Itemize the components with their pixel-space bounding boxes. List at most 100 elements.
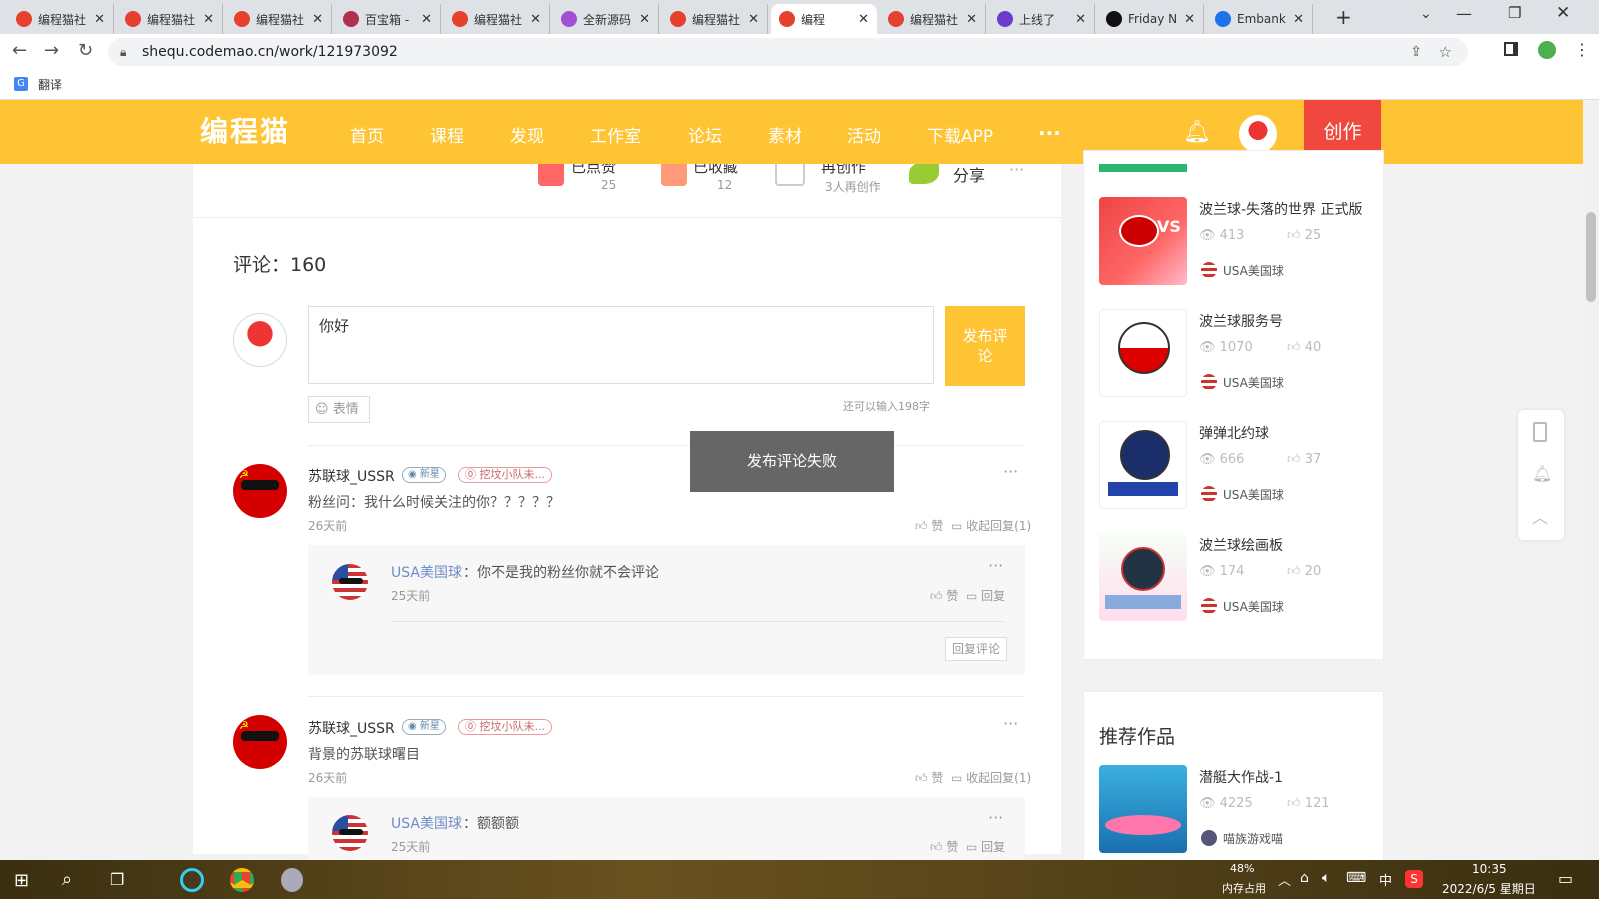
work-author[interactable]: USA美国球 [1223, 262, 1284, 279]
browser-tab[interactable]: 编程猫社 ✕ [8, 4, 114, 34]
work-thumbnail[interactable] [1099, 421, 1187, 509]
comment-input[interactable]: 你好 [308, 306, 934, 384]
bookmark-star-icon[interactable]: ☆ [1439, 38, 1452, 66]
tab-close-icon[interactable]: ✕ [748, 12, 759, 27]
browser-tab[interactable]: 编程猫社 ✕ [117, 4, 223, 34]
tab-close-icon[interactable]: ✕ [966, 12, 977, 27]
work-author[interactable]: 喵族游戏喵 [1223, 830, 1283, 847]
reload-icon[interactable]: ↻ [78, 40, 93, 61]
tablet-icon[interactable] [1533, 422, 1547, 442]
reply-avatar[interactable] [332, 815, 368, 851]
profile-icon[interactable] [1538, 41, 1556, 59]
nav-item[interactable]: 首页 [350, 122, 384, 147]
comment-more-icon[interactable]: ··· [1003, 462, 1018, 481]
tab-close-icon[interactable]: ✕ [1184, 12, 1195, 27]
network-icon[interactable]: ⌂ [1300, 870, 1309, 886]
like-reply-button[interactable]: 👍︎ 赞 [930, 838, 958, 855]
browser-tab[interactable]: 全新源码 ✕ [553, 4, 659, 34]
browser-tab[interactable]: 编程猫社 ✕ [226, 4, 332, 34]
tab-close-icon[interactable]: ✕ [1075, 12, 1086, 27]
bookmark-translate[interactable]: 翻译 [38, 76, 62, 93]
work-thumbnail[interactable]: VS [1099, 197, 1187, 285]
back-icon[interactable]: ← [12, 40, 27, 61]
browser-tab[interactable]: 上线了 ✕ [989, 4, 1095, 34]
favorite-icon[interactable] [661, 164, 687, 186]
reply-button[interactable]: ▭ 回复 [966, 587, 1005, 604]
tab-close-icon[interactable]: ✕ [421, 12, 432, 27]
new-tab-button[interactable]: + [1335, 5, 1352, 29]
nav-item[interactable]: 活动 [847, 122, 881, 147]
reply-comment-button[interactable]: 回复评论 [945, 637, 1008, 661]
collapse-replies-button[interactable]: ▭ 收起回复(1) [951, 517, 1031, 534]
work-title[interactable]: 波兰球服务号 [1199, 311, 1283, 331]
tab-close-icon[interactable]: ✕ [312, 12, 323, 27]
reply-more-icon[interactable]: ··· [988, 556, 1003, 575]
tab-close-icon[interactable]: ✕ [858, 12, 869, 27]
reply-button[interactable]: ▭ 回复 [966, 838, 1005, 855]
search-icon[interactable]: ⌕ [62, 869, 72, 890]
tab-close-icon[interactable]: ✕ [1293, 12, 1304, 27]
share-icon[interactable]: ⇪ [1410, 38, 1422, 66]
minimize-button[interactable]: — [1456, 4, 1472, 23]
share-work-icon[interactable] [909, 164, 939, 184]
emoji-button[interactable]: ☺ 表情 [308, 396, 370, 423]
back-to-top-icon[interactable]: ︿ [1532, 504, 1548, 528]
close-window-button[interactable]: ✕ [1556, 3, 1570, 23]
browser-tab[interactable]: Embank ✕ [1207, 4, 1313, 34]
forward-icon[interactable]: → [44, 40, 59, 61]
work-author[interactable]: USA美国球 [1223, 374, 1284, 391]
tab-close-icon[interactable]: ✕ [639, 12, 650, 27]
comment-user[interactable]: 苏联球_USSR [308, 718, 395, 738]
task-view-icon[interactable]: ❐ [110, 870, 124, 889]
like-icon[interactable] [538, 164, 564, 186]
browser-qq-icon[interactable] [180, 868, 204, 892]
tab-close-icon[interactable]: ✕ [530, 12, 541, 27]
bell-icon[interactable]: 🔔︎ [1183, 120, 1211, 145]
reply-user[interactable]: USA美国球 [391, 813, 462, 833]
keyboard-icon[interactable]: ⌨ [1346, 870, 1366, 886]
nav-item[interactable]: 工作室 [590, 122, 641, 147]
clock-date[interactable]: 2022/6/5 星期日 [1442, 880, 1536, 897]
qq-icon[interactable]: 🔔︎ [1532, 464, 1552, 483]
browser-tab[interactable]: 编程猫社 ✕ [662, 4, 768, 34]
work-title[interactable]: 波兰球绘画板 [1199, 535, 1283, 555]
work-thumbnail[interactable] [1099, 765, 1187, 853]
browser-tab[interactable]: 编程猫社 ✕ [880, 4, 986, 34]
chrome-icon[interactable] [230, 868, 254, 892]
nav-item[interactable]: 发现 [510, 122, 544, 147]
submit-comment-button[interactable]: 发布评论 [945, 306, 1025, 386]
work-thumbnail[interactable] [1099, 533, 1187, 621]
browser-tab[interactable]: 编程 ✕ [771, 4, 877, 34]
like-comment-button[interactable]: 👍︎ 赞 [915, 769, 943, 786]
sogou-icon[interactable]: S [1405, 870, 1423, 888]
notification-icon[interactable]: ▭ [1558, 869, 1573, 888]
tab-close-icon[interactable]: ✕ [94, 12, 105, 27]
nav-more[interactable]: ··· [1038, 121, 1061, 145]
remix-icon[interactable] [775, 164, 805, 186]
reply-more-icon[interactable]: ··· [988, 808, 1003, 827]
nav-item[interactable]: 课程 [430, 122, 464, 147]
side-panel-icon[interactable] [1504, 42, 1518, 56]
like-comment-button[interactable]: 👍︎ 赞 [915, 517, 943, 534]
site-logo[interactable]: 编程猫 [200, 110, 290, 150]
work-title[interactable]: 弹弹北约球 [1199, 423, 1269, 443]
work-thumbnail[interactable] [1099, 309, 1187, 397]
work-title[interactable]: 潜艇大作战-1 [1199, 767, 1283, 787]
share-label[interactable]: 分享 [953, 164, 985, 186]
reply-user[interactable]: USA美国球 [391, 562, 462, 582]
nav-item[interactable]: 论坛 [688, 122, 722, 147]
address-bar[interactable]: 🔒︎ shequ.codemao.cn/work/121973092 ⇪ ☆ [108, 38, 1468, 66]
more-actions-icon[interactable]: ··· [1009, 164, 1024, 179]
work-author[interactable]: USA美国球 [1223, 486, 1284, 503]
start-icon[interactable]: ⊞ [14, 870, 29, 891]
reply-avatar[interactable] [332, 564, 368, 600]
nav-item[interactable]: 下载APP [927, 122, 993, 147]
like-reply-button[interactable]: 👍︎ 赞 [930, 587, 958, 604]
nav-item[interactable]: 素材 [768, 122, 802, 147]
ime-indicator[interactable]: 中 [1379, 870, 1392, 889]
comment-avatar[interactable]: ☭ [233, 715, 287, 769]
tab-close-icon[interactable]: ✕ [203, 12, 214, 27]
work-title[interactable]: 波兰球-失落的世界 正式版 [1199, 199, 1363, 219]
collapse-replies-button[interactable]: ▭ 收起回复(1) [951, 769, 1031, 786]
comment-more-icon[interactable]: ··· [1003, 714, 1018, 733]
